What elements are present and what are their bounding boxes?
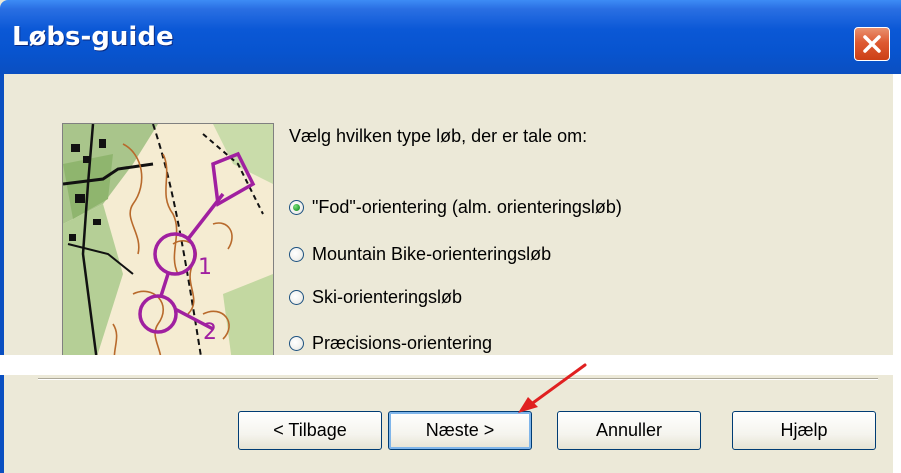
svg-text:1: 1 [198, 255, 212, 280]
window-frame-right [893, 74, 901, 473]
option-label: Mountain Bike-orienteringsløb [312, 243, 552, 264]
radio-button[interactable] [289, 289, 304, 305]
help-button[interactable]: Hjælp [732, 411, 876, 450]
option-label: Ski-orienteringsløb [312, 286, 463, 307]
close-icon [863, 35, 881, 53]
window-title: Løbs-guide [12, 22, 174, 52]
close-button[interactable] [854, 27, 890, 61]
radio-button[interactable] [289, 246, 304, 262]
title-bar[interactable]: Løbs-guide [0, 0, 901, 74]
radio-button[interactable] [289, 335, 304, 351]
radio-button-checked[interactable] [289, 199, 304, 215]
type-prompt: Vælg hvilken type løb, der er tale om: [289, 126, 588, 146]
annotation-arrow-icon [518, 363, 587, 413]
back-button[interactable]: < Tilbage [238, 411, 382, 450]
option-mountain-bike[interactable]: Mountain Bike-orienteringsløb [289, 241, 551, 267]
screenshot-crop-gap [0, 355, 901, 375]
option-precision-orienteering[interactable]: Præcisions-orientering [289, 330, 492, 356]
option-label: Præcisions-orientering [312, 332, 493, 353]
option-label: "Fod"-orientering (alm. orienteringsløb) [312, 196, 622, 217]
svg-text:2: 2 [203, 320, 217, 345]
orienteering-map-image: 1 2 [62, 123, 274, 370]
option-foot-orienteering[interactable]: "Fod"-orientering (alm. orienteringsløb) [289, 194, 622, 220]
window-frame-left [0, 74, 4, 473]
wizard-dialog: Løbs-guide 1 2 Vælg hvilken type løb, de… [0, 0, 901, 473]
button-separator [38, 378, 878, 380]
option-ski-orienteering[interactable]: Ski-orienteringsløb [289, 284, 462, 310]
